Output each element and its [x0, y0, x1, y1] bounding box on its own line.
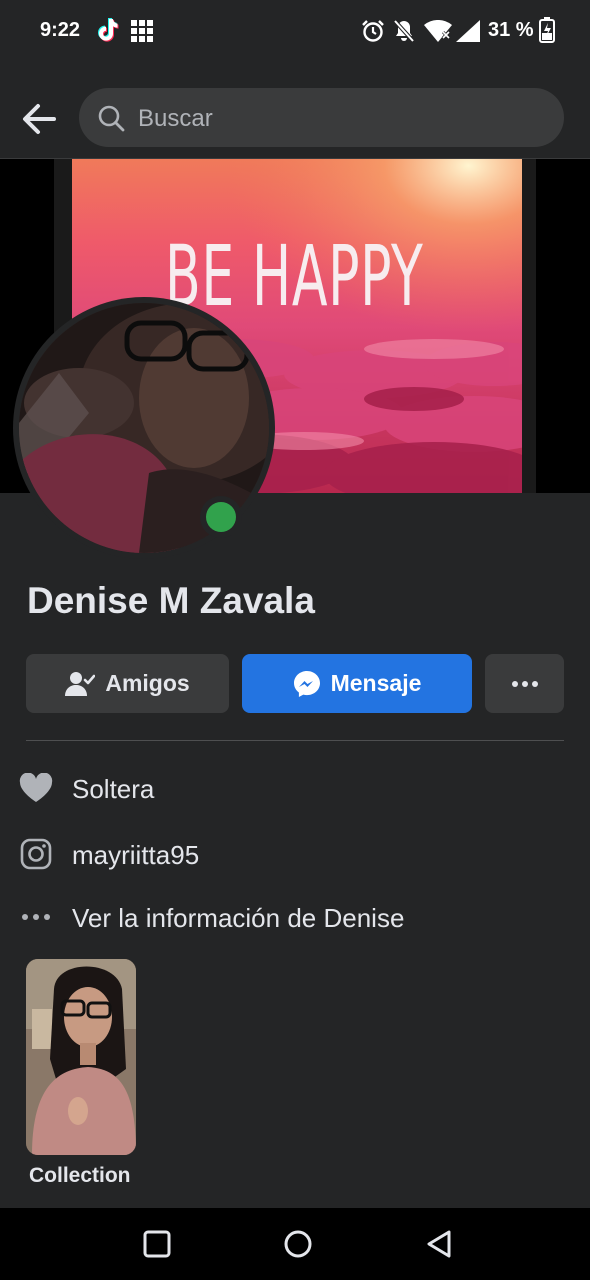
instagram-username[interactable]: mayriitta95 [72, 840, 199, 871]
signal-icon [456, 20, 480, 42]
cover-text: BE HAPPY [165, 227, 424, 325]
back-triangle-icon[interactable] [417, 1222, 461, 1266]
mute-icon [393, 19, 415, 43]
divider [26, 740, 564, 741]
relationship-status: Soltera [72, 774, 155, 804]
status-bar: 9:22 31 % [0, 0, 590, 62]
collection-label: Collection [29, 1164, 131, 1187]
collection-image [26, 959, 136, 1155]
messenger-icon [293, 670, 320, 697]
home-circle-icon[interactable] [276, 1222, 320, 1266]
heart-icon [18, 768, 54, 808]
search-icon [98, 105, 125, 132]
see-about-info-link[interactable]: Ver la información de Denise [72, 903, 404, 934]
friends-check-icon [65, 671, 96, 696]
arrow-left-icon[interactable] [18, 98, 60, 140]
instagram-icon [18, 834, 54, 874]
recents-square-icon[interactable] [135, 1222, 179, 1266]
friends-button[interactable]: Amigos [26, 654, 229, 713]
ellipsis-icon [511, 680, 538, 687]
tiktok-icon [98, 18, 119, 42]
more-options-button[interactable] [485, 654, 564, 713]
grid-icon [131, 20, 153, 42]
battery-icon [539, 17, 555, 43]
search-header: Buscar [0, 62, 590, 159]
online-dot [206, 502, 236, 532]
ellipsis-icon [18, 897, 54, 937]
featured-collection-thumbnail[interactable] [26, 959, 136, 1155]
info-row-relationship: Soltera [18, 768, 578, 808]
status-time: 9:22 [40, 19, 81, 41]
info-row-about[interactable]: Ver la información de Denise [18, 897, 578, 937]
alarm-icon [362, 20, 384, 42]
friends-label: Amigos [105, 670, 190, 696]
search-placeholder: Buscar [138, 105, 213, 132]
cover-frame-right [522, 159, 536, 493]
message-label: Mensaje [330, 670, 422, 696]
profile-name: Denise M Zavala [27, 580, 315, 621]
online-status-indicator [200, 496, 242, 538]
system-nav-bar [0, 1208, 590, 1280]
search-input[interactable]: Buscar [79, 88, 564, 147]
battery-percent: 31 % [488, 19, 534, 41]
wifi-icon [424, 20, 452, 42]
message-button[interactable]: Mensaje [242, 654, 472, 713]
info-row-instagram[interactable]: mayriitta95 [18, 834, 578, 874]
